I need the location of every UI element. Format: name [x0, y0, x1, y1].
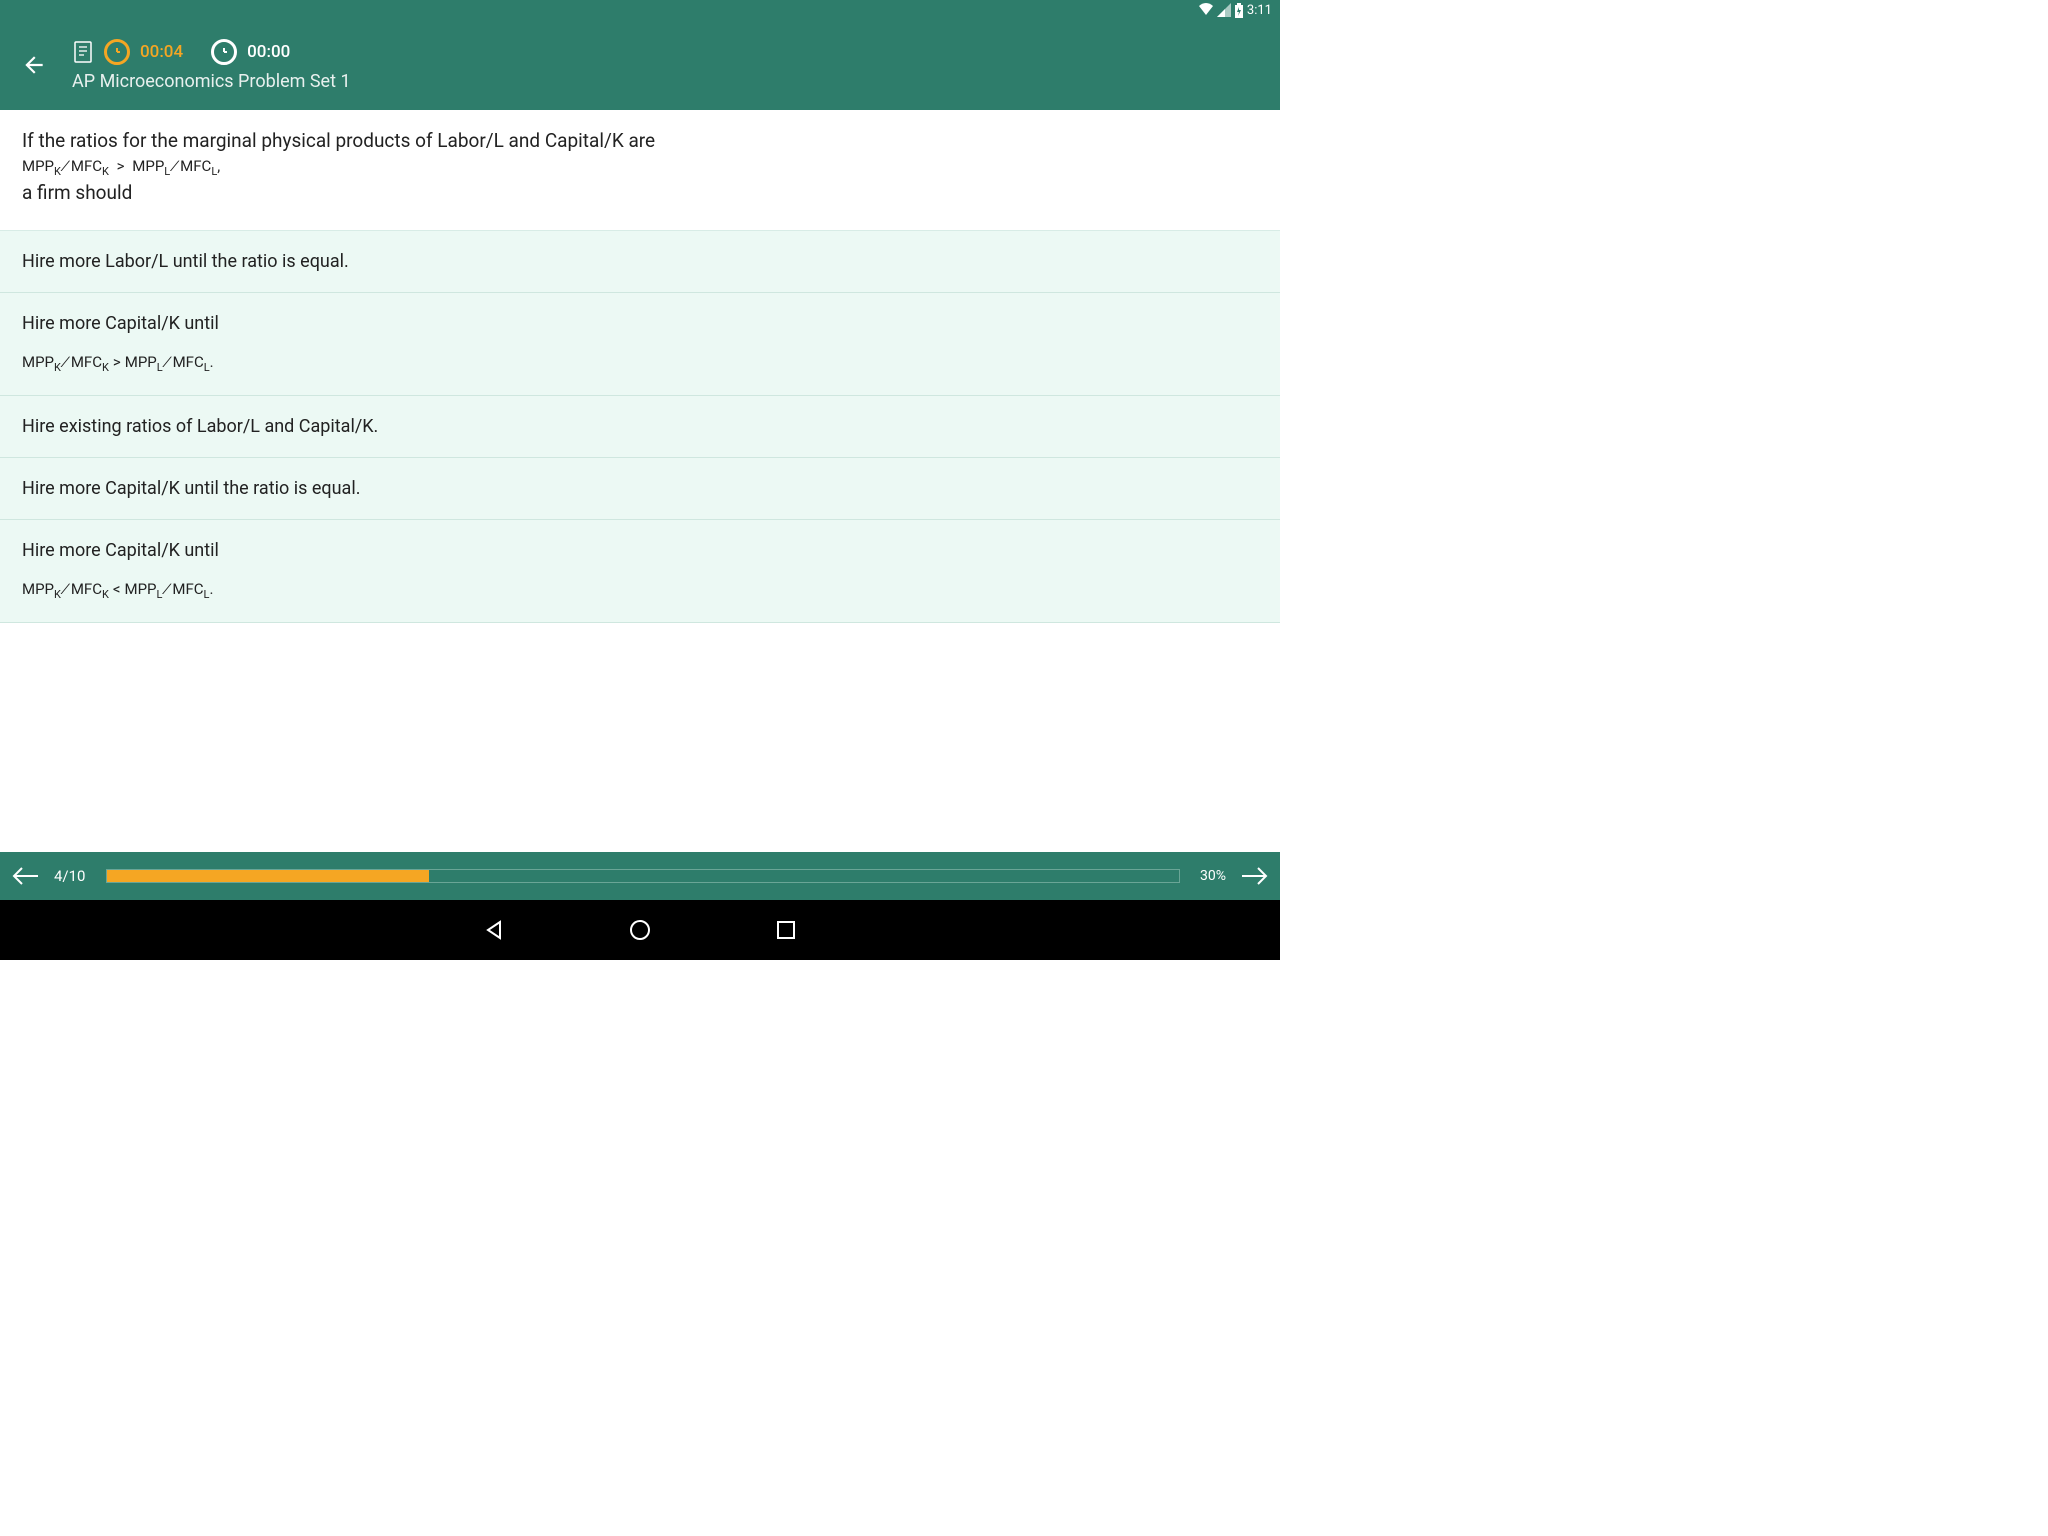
android-back-button[interactable]: [481, 917, 507, 943]
answer-option-1[interactable]: Hire more Labor/L until the ratio is equ…: [0, 231, 1280, 293]
option-text: Hire more Capital/K until: [22, 311, 1258, 336]
question-line2: a firm should: [22, 180, 1258, 206]
signal-icon: [1217, 3, 1231, 17]
option-formula: MPPK ∕ MFCK>MPPL ∕ MFCL.: [22, 350, 1258, 377]
clock-yellow-icon: [104, 39, 130, 65]
answer-option-3[interactable]: Hire existing ratios of Labor/L and Capi…: [0, 396, 1280, 458]
progress-percent: 30%: [1192, 868, 1226, 884]
option-text: Hire more Capital/K until: [22, 538, 1258, 563]
android-nav-bar: [0, 900, 1280, 960]
answer-option-5[interactable]: Hire more Capital/K until MPPK ∕ MFCK<MPP…: [0, 520, 1280, 623]
clock-white-icon: [211, 39, 237, 65]
progress-position: 4/10: [54, 867, 94, 885]
answer-option-2[interactable]: Hire more Capital/K until MPPK ∕ MFCK>MPP…: [0, 293, 1280, 396]
android-recents-button[interactable]: [773, 917, 799, 943]
app-bar: 00:04 00:00 AP Microeconomics Problem Se…: [0, 20, 1280, 110]
timer-elapsed: 00:04: [140, 42, 183, 62]
option-formula: MPPK ∕ MFCK<MPPL ∕ MFCL.: [22, 577, 1258, 604]
timer-limit: 00:00: [247, 42, 290, 62]
question-block: If the ratios for the marginal physical …: [0, 110, 1280, 231]
android-home-button[interactable]: [627, 917, 653, 943]
status-icons: 3:11: [1198, 3, 1272, 18]
status-bar: 3:11: [0, 0, 1280, 20]
document-icon: [72, 41, 94, 63]
triangle-back-icon: [483, 919, 505, 941]
app-bar-content: 00:04 00:00 AP Microeconomics Problem Se…: [72, 39, 351, 92]
battery-icon: [1234, 3, 1244, 18]
question-formula: MPPK ∕ MFCK > MPPL ∕ MFCL,: [22, 154, 1258, 181]
status-time: 3:11: [1247, 3, 1272, 18]
progress-fill: [107, 870, 429, 882]
circle-home-icon: [629, 919, 651, 941]
arrow-right-icon: [1240, 865, 1268, 887]
option-text: Hire more Capital/K until the ratio is e…: [22, 476, 1258, 501]
answer-option-4[interactable]: Hire more Capital/K until the ratio is e…: [0, 458, 1280, 520]
bottom-bar: 4/10 30%: [0, 852, 1280, 900]
square-recents-icon: [776, 920, 796, 940]
prev-question-button[interactable]: [10, 860, 42, 892]
page-title: AP Microeconomics Problem Set 1: [72, 71, 351, 92]
arrow-left-icon: [21, 52, 47, 78]
wifi-icon: [1198, 3, 1214, 17]
timer-row: 00:04 00:00: [72, 39, 351, 65]
next-question-button[interactable]: [1238, 860, 1270, 892]
progress-bar[interactable]: [106, 869, 1180, 883]
question-line1: If the ratios for the marginal physical …: [22, 128, 1258, 154]
option-text: Hire existing ratios of Labor/L and Capi…: [22, 414, 1258, 439]
option-text: Hire more Labor/L until the ratio is equ…: [22, 249, 1258, 274]
arrow-left-icon: [12, 865, 40, 887]
back-button[interactable]: [14, 45, 54, 85]
options-list: Hire more Labor/L until the ratio is equ…: [0, 231, 1280, 623]
